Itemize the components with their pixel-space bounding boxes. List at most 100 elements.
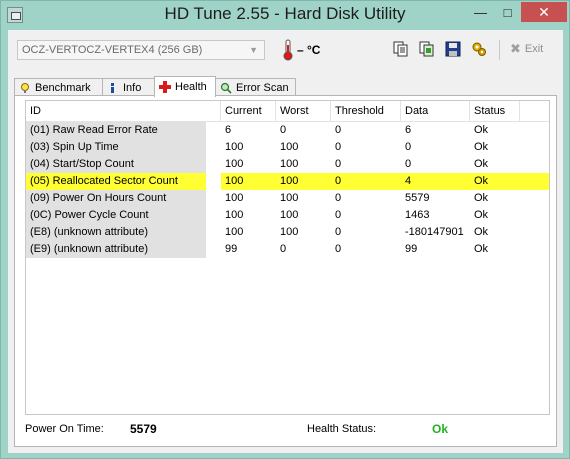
cell-current: 100 (225, 158, 244, 170)
info-icon (111, 82, 114, 93)
cell-id: (05) Reallocated Sector Count (26, 173, 206, 190)
cell-current: 100 (225, 141, 244, 153)
minimize-button[interactable]: — (467, 2, 494, 22)
cell-threshold: 0 (335, 141, 342, 153)
cell-id: (01) Raw Read Error Rate (26, 122, 206, 139)
cell-threshold: 0 (335, 209, 342, 221)
drive-select[interactable]: OCZ-VERTOCZ-VERTEX4 (256 GB) ▼ (17, 40, 265, 60)
cell-current: 99 (225, 243, 238, 255)
tab-error-scan-label: Error Scan (236, 81, 289, 94)
cell-status: Ok (474, 209, 489, 221)
copy-screenshot-icon[interactable] (419, 41, 435, 57)
table-row[interactable]: (09) Power On Hours Count 100 100 0 5579 Ok (26, 190, 549, 207)
cell-id: (E9) (unknown attribute) (26, 241, 206, 258)
column-header-worst[interactable]: Worst (276, 101, 331, 121)
cell-data: 0 (405, 158, 412, 170)
toolbar-separator (499, 40, 500, 60)
smart-attribute-table[interactable]: ID Current Worst Threshold Data Status (… (25, 100, 550, 415)
power-on-time-value: 5579 (130, 422, 157, 436)
cell-current: 100 (221, 173, 276, 190)
cell-status: Ok (474, 158, 489, 170)
benchmark-icon (21, 82, 29, 93)
window-controls: — □ ✕ (467, 2, 567, 23)
magnifier-icon (220, 82, 232, 94)
thermometer-icon (283, 39, 293, 61)
column-header-current[interactable]: Current (221, 101, 276, 121)
cell-status: Ok (474, 141, 489, 153)
power-on-time-label: Power On Time: (25, 423, 104, 435)
cell-status: Ok (474, 243, 489, 255)
cell-status: Ok (470, 173, 549, 190)
tab-benchmark[interactable]: Benchmark (14, 78, 103, 96)
tab-info[interactable]: Info (102, 78, 155, 96)
cell-data: 0 (405, 141, 412, 153)
copy-text-icon[interactable] (393, 41, 409, 57)
cell-worst: 100 (276, 173, 331, 190)
cell-worst: 0 (280, 243, 287, 255)
cell-data: 99 (405, 243, 418, 255)
cell-worst: 100 (280, 192, 299, 204)
health-cross-icon (159, 81, 171, 93)
cell-threshold: 0 (335, 243, 342, 255)
close-button[interactable]: ✕ (521, 2, 567, 22)
cell-threshold: 0 (335, 226, 342, 238)
cell-id: (E8) (unknown attribute) (26, 224, 206, 241)
table-row[interactable]: (E8) (unknown attribute) 100 100 0 -18014790… (26, 224, 549, 241)
cell-id: (04) Start/Stop Count (26, 156, 206, 173)
table-header: ID Current Worst Threshold Data Status (26, 101, 549, 122)
cell-current: 100 (225, 209, 244, 221)
cell-worst: 0 (280, 124, 287, 136)
health-status-label: Health Status: (307, 423, 377, 435)
cell-worst: 100 (280, 226, 299, 238)
table-row[interactable]: (E9) (unknown attribute) 99 0 0 99 Ok (26, 241, 549, 258)
cell-threshold: 0 (335, 124, 342, 136)
exit-button[interactable]: ✖ Exit (510, 41, 543, 57)
cell-data: 4 (401, 173, 470, 190)
tab-health-label: Health (175, 81, 207, 93)
cell-threshold: 0 (335, 192, 342, 204)
cell-current: 100 (225, 226, 244, 238)
column-header-threshold[interactable]: Threshold (331, 101, 401, 121)
tab-health[interactable]: Health (154, 76, 216, 97)
cell-id: (0C) Power Cycle Count (26, 207, 206, 224)
table-row[interactable]: (01) Raw Read Error Rate 6 0 0 6 Ok (26, 122, 549, 139)
exit-label: Exit (524, 43, 544, 55)
table-row[interactable]: (03) Spin Up Time 100 100 0 0 Ok (26, 139, 549, 156)
title-bar[interactable]: HD Tune 2.55 - Hard Disk Utility — □ ✕ (1, 1, 569, 30)
table-row[interactable]: (0C) Power Cycle Count 100 100 0 1463 Ok (26, 207, 549, 224)
cell-data: 6 (405, 124, 412, 136)
cell-id: (09) Power On Hours Count (26, 190, 206, 207)
column-header-status[interactable]: Status (470, 101, 520, 121)
column-header-id[interactable]: ID (26, 101, 221, 121)
tab-info-label: Info (123, 81, 142, 94)
tab-error-scan[interactable]: Error Scan (215, 78, 296, 96)
cell-worst: 100 (280, 209, 299, 221)
cell-current: 100 (225, 192, 244, 204)
cell-current: 6 (225, 124, 232, 136)
save-icon[interactable] (445, 41, 461, 57)
health-status-value: Ok (432, 422, 449, 436)
cell-threshold: 0 (331, 173, 401, 190)
tab-benchmark-label: Benchmark (35, 81, 91, 94)
cell-status: Ok (474, 226, 489, 238)
health-panel: ID Current Worst Threshold Data Status (… (14, 95, 557, 447)
options-icon[interactable] (471, 41, 487, 57)
cell-status: Ok (474, 124, 489, 136)
cell-status: Ok (474, 192, 489, 204)
cell-data: -180147901 (405, 226, 464, 238)
table-row[interactable]: (04) Start/Stop Count 100 100 0 0 Ok (26, 156, 549, 173)
client-area: OCZ-VERTOCZ-VERTEX4 (256 GB) ▼ – °C ✖ Ex… (8, 30, 563, 453)
cell-worst: 100 (280, 158, 299, 170)
table-row[interactable]: (05) Reallocated Sector Count 100 100 0 4 Ok (26, 173, 549, 190)
column-header-data[interactable]: Data (401, 101, 470, 121)
drive-select-value: OCZ-VERTOCZ-VERTEX4 (256 GB) (22, 44, 203, 56)
maximize-button[interactable]: □ (494, 2, 521, 22)
cell-data: 5579 (405, 192, 430, 204)
exit-x-icon: ✖ (510, 41, 521, 56)
status-footer: Power On Time: 5579 Health Status: Ok (25, 416, 548, 441)
temperature-readout: – °C (297, 43, 321, 57)
cell-threshold: 0 (335, 158, 342, 170)
cell-id: (03) Spin Up Time (26, 139, 206, 156)
toolbar: OCZ-VERTOCZ-VERTEX4 (256 GB) ▼ – °C ✖ Ex… (8, 30, 563, 70)
cell-worst: 100 (280, 141, 299, 153)
